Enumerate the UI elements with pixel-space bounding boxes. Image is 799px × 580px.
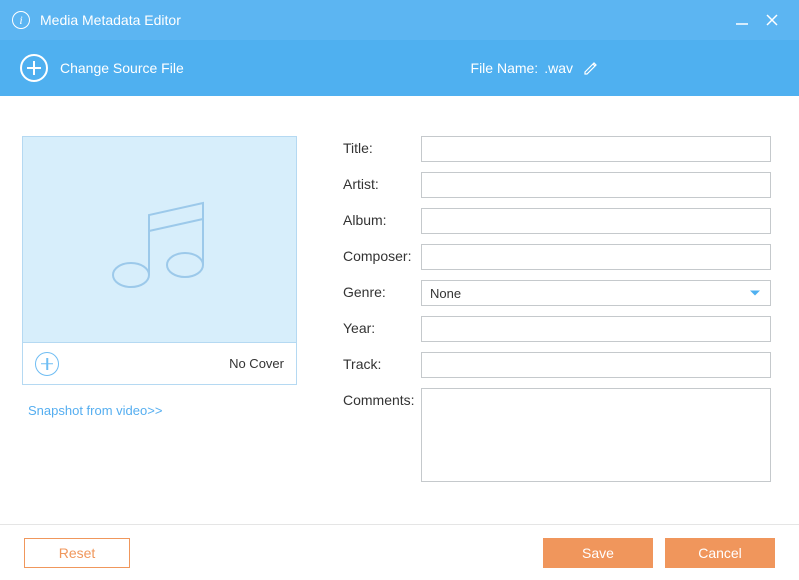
file-name-area: File Name: .wav <box>471 60 599 76</box>
no-cover-label: No Cover <box>229 356 284 371</box>
title-bar: i Media Metadata Editor <box>0 0 799 40</box>
window-title: Media Metadata Editor <box>40 12 181 28</box>
track-input[interactable] <box>421 352 771 378</box>
genre-label: Genre: <box>343 280 421 300</box>
change-source-button[interactable]: Change Source File <box>20 54 184 82</box>
title-label: Title: <box>343 136 421 156</box>
track-label: Track: <box>343 352 421 372</box>
cancel-button[interactable]: Cancel <box>665 538 775 568</box>
snapshot-link[interactable]: Snapshot from video>> <box>22 403 297 418</box>
footer: Reset Save Cancel <box>0 524 799 580</box>
save-button[interactable]: Save <box>543 538 653 568</box>
plus-circle-icon <box>20 54 48 82</box>
content-area: No Cover Snapshot from video>> Title: Ar… <box>0 96 799 524</box>
file-name-value: .wav <box>544 60 573 76</box>
cover-action-bar: No Cover <box>22 343 297 385</box>
genre-value: None <box>430 286 461 301</box>
genre-select[interactable]: None <box>421 280 771 306</box>
title-input[interactable] <box>421 136 771 162</box>
close-button[interactable] <box>757 5 787 35</box>
music-note-icon <box>95 175 225 305</box>
year-label: Year: <box>343 316 421 336</box>
composer-label: Composer: <box>343 244 421 264</box>
artist-input[interactable] <box>421 172 771 198</box>
chevron-down-icon <box>750 291 760 296</box>
comments-input[interactable] <box>421 388 771 482</box>
artist-label: Artist: <box>343 172 421 192</box>
pencil-icon <box>583 60 599 76</box>
cover-column: No Cover Snapshot from video>> <box>22 136 297 524</box>
cover-preview <box>22 136 297 343</box>
minimize-icon <box>734 12 750 28</box>
change-source-label: Change Source File <box>60 60 184 76</box>
add-cover-button[interactable] <box>35 352 59 376</box>
close-icon <box>764 12 780 28</box>
metadata-form: Title: Artist: Album: Composer: Genre: N… <box>297 136 771 524</box>
year-input[interactable] <box>421 316 771 342</box>
album-label: Album: <box>343 208 421 228</box>
file-name-label: File Name: <box>471 60 539 76</box>
edit-filename-button[interactable] <box>583 60 599 76</box>
composer-input[interactable] <box>421 244 771 270</box>
album-input[interactable] <box>421 208 771 234</box>
minimize-button[interactable] <box>727 5 757 35</box>
info-icon: i <box>12 11 30 29</box>
comments-label: Comments: <box>343 388 421 408</box>
toolbar: Change Source File File Name: .wav <box>0 40 799 96</box>
reset-button[interactable]: Reset <box>24 538 130 568</box>
